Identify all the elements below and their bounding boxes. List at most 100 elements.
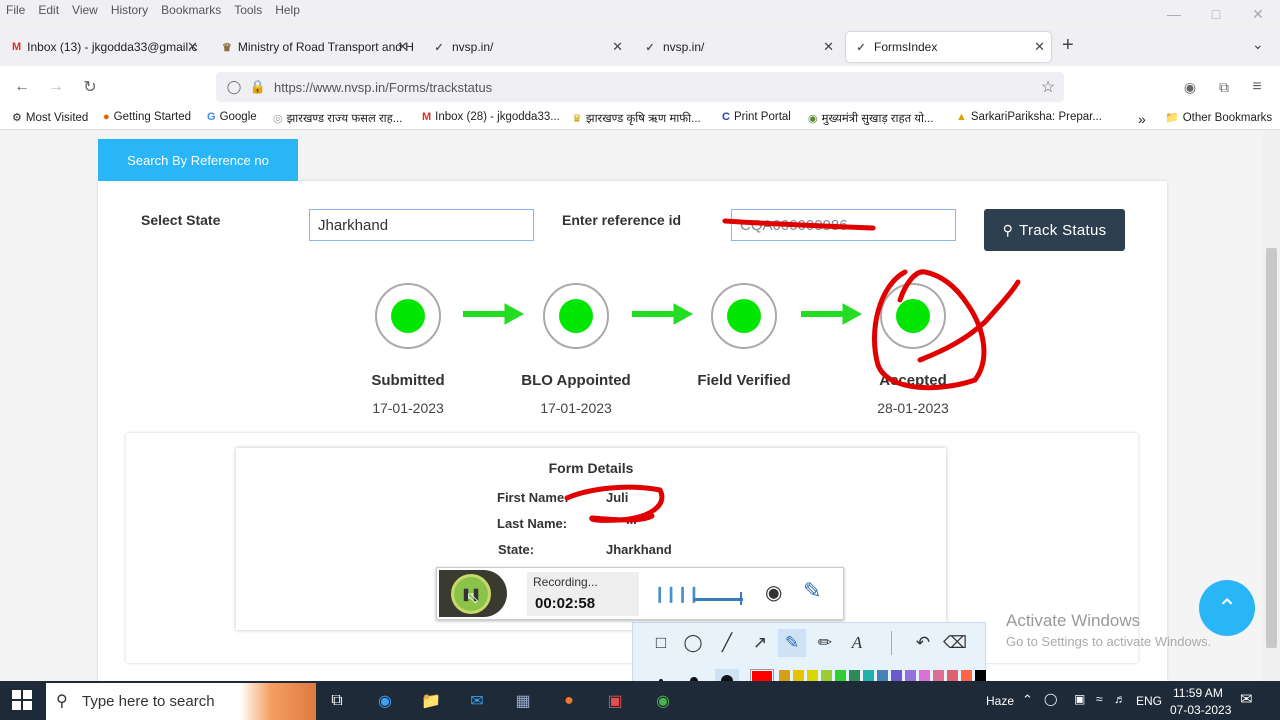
gear-icon: ⚙	[12, 112, 22, 124]
notification-icon[interactable]: ✉	[1240, 690, 1253, 708]
text-tool-icon[interactable]: A	[843, 629, 871, 657]
volume-slider-handle[interactable]	[740, 592, 742, 605]
bookmark-most-visited[interactable]: ⚙ Most Visited	[12, 111, 88, 125]
tray-app-icon[interactable]: ◯	[1044, 692, 1057, 706]
close-tab-icon[interactable]: ✕	[823, 39, 834, 55]
forward-icon[interactable]: →	[44, 75, 68, 99]
hamburger-menu-icon[interactable]: ≡	[1245, 75, 1269, 99]
color-swatch[interactable]	[863, 670, 874, 681]
close-tab-icon[interactable]: ✕	[612, 39, 623, 55]
close-tab-icon[interactable]: ✕	[397, 39, 408, 55]
pen-icon[interactable]: ✎	[803, 578, 821, 604]
arrow-tool-icon[interactable]: ↗	[746, 629, 774, 657]
bookmark-other[interactable]: 📁 Other Bookmarks	[1165, 111, 1272, 125]
bookmark-sarkaripariksha[interactable]: ▲ SarkariPariksha: Prepar...	[956, 111, 1102, 123]
lock-icon[interactable]: 🔒	[246, 75, 270, 99]
tray-app-icon[interactable]: ▣	[1074, 692, 1085, 706]
color-swatch[interactable]	[947, 670, 958, 681]
bookmark-fasal[interactable]: ◎ झारखण्ड राज्य फसल राह...	[273, 111, 402, 126]
language-indicator[interactable]: ENG	[1136, 694, 1162, 708]
color-swatch[interactable]	[975, 670, 986, 681]
restore-icon[interactable]: □	[1196, 0, 1236, 28]
state-input[interactable]: Jharkhand	[309, 209, 534, 241]
chevron-down-icon[interactable]: ⌄	[1252, 36, 1264, 53]
ellipse-tool-icon[interactable]: ◯	[679, 629, 707, 657]
pocket-icon[interactable]: ◉	[1178, 75, 1202, 99]
close-tab-icon[interactable]: ✕	[187, 39, 198, 55]
minimize-icon[interactable]: —	[1154, 0, 1194, 28]
color-swatch[interactable]	[807, 670, 818, 681]
pen-tool-icon[interactable]: ✎	[778, 629, 806, 657]
task-view-icon[interactable]: ⧉	[322, 687, 352, 715]
color-swatch[interactable]	[905, 670, 916, 681]
menu-file[interactable]: File	[6, 3, 25, 17]
chrome-icon[interactable]: ◉	[648, 687, 678, 715]
bookmark-inbox[interactable]: M Inbox (28) - jkgodda33...	[422, 111, 560, 123]
line-tool-icon[interactable]: ╱	[713, 629, 741, 657]
chevron-right-icon[interactable]: »	[1138, 111, 1146, 127]
tab-formsindex[interactable]: ✓ FormsIndex ✕	[846, 32, 1051, 62]
reference-id-input[interactable]: CQA000000086	[731, 209, 956, 241]
track-status-button[interactable]: ⚲ Track Status	[984, 209, 1125, 251]
menu-bookmarks[interactable]: Bookmarks	[161, 3, 221, 17]
speaker-icon[interactable]: ♬	[1114, 692, 1126, 706]
tab-gmail[interactable]: M Inbox (13) - jkgodda33@gmail.c ✕	[4, 32, 204, 62]
wifi-icon[interactable]: ≈	[1096, 692, 1103, 706]
color-swatch[interactable]	[933, 670, 944, 681]
highlighter-tool-icon[interactable]: ✏	[811, 629, 839, 657]
undo-icon[interactable]: ↶	[909, 629, 937, 657]
tab-nvsp-1[interactable]: ✓ nvsp.in/ ✕	[424, 32, 629, 62]
app-icon[interactable]: ▣	[600, 687, 630, 715]
color-swatch[interactable]	[835, 670, 846, 681]
menu-edit[interactable]: Edit	[38, 3, 59, 17]
menu-help[interactable]: Help	[275, 3, 300, 17]
star-icon[interactable]: ☆	[1036, 75, 1060, 99]
color-swatch[interactable]	[793, 670, 804, 681]
back-icon[interactable]: ←	[10, 75, 34, 99]
bookmark-label: Getting Started	[113, 111, 192, 123]
windows-start-icon[interactable]	[12, 690, 32, 710]
tab-morth[interactable]: ♛ Ministry of Road Transport and H ✕	[214, 32, 414, 62]
eraser-icon[interactable]: ⌫	[941, 629, 969, 657]
step-submitted-indicator	[375, 283, 441, 349]
color-swatch[interactable]	[877, 670, 888, 681]
file-explorer-icon[interactable]: 📁	[416, 687, 446, 715]
scroll-to-top-button[interactable]: ⌃	[1199, 580, 1255, 636]
shield-icon[interactable]: ◯	[222, 75, 246, 99]
new-tab-icon[interactable]: +	[1062, 34, 1074, 57]
extensions-icon[interactable]: ⧉	[1212, 75, 1236, 99]
search-by-reference-tab[interactable]: Search By Reference no	[98, 139, 298, 181]
bookmark-print-portal[interactable]: C Print Portal	[722, 111, 791, 123]
clock-time[interactable]: 11:59 AM	[1173, 686, 1223, 700]
chevron-up-tray-icon[interactable]: ⌃	[1022, 692, 1033, 708]
bookmark-getting-started[interactable]: ● Getting Started	[103, 111, 191, 123]
firefox-icon[interactable]: ●	[554, 687, 584, 715]
audio-level-icon[interactable]: ❙❙❙❙	[653, 584, 701, 604]
menu-view[interactable]: View	[72, 3, 98, 17]
clock-date[interactable]: 07-03-2023	[1170, 703, 1231, 717]
bookmark-sukhad[interactable]: ◉ मुख्यमंत्री सुखाड़ राहत यो...	[808, 111, 934, 126]
color-swatch[interactable]	[961, 670, 972, 681]
edge-icon[interactable]: ◉	[370, 687, 400, 715]
volume-slider[interactable]	[693, 598, 743, 601]
bookmark-rin-mafi[interactable]: ♛ झारखण्ड कृषि ऋण माफी...	[572, 111, 701, 126]
tab-nvsp-2[interactable]: ✓ nvsp.in/ ✕	[635, 32, 840, 62]
menu-tools[interactable]: Tools	[234, 3, 262, 17]
color-swatch[interactable]	[849, 670, 860, 681]
close-window-icon[interactable]: ✕	[1238, 0, 1278, 28]
menu-history[interactable]: History	[111, 3, 148, 17]
color-swatch[interactable]	[821, 670, 832, 681]
color-swatch[interactable]	[919, 670, 930, 681]
webcam-icon[interactable]: ◉	[765, 580, 782, 605]
close-tab-icon[interactable]: ✕	[1034, 39, 1045, 55]
url-bar[interactable]: https://www.nvsp.in/Forms/trackstatus	[216, 72, 1064, 102]
color-swatch[interactable]	[779, 670, 790, 681]
reload-icon[interactable]: ↻	[78, 75, 102, 99]
rectangle-tool-icon[interactable]: □	[647, 629, 675, 657]
color-swatch[interactable]	[891, 670, 902, 681]
scrollbar-thumb[interactable]	[1266, 248, 1277, 648]
mail-icon[interactable]: ✉	[462, 687, 492, 715]
store-icon[interactable]: ▦	[508, 687, 538, 715]
bookmark-google[interactable]: G Google	[207, 111, 257, 123]
weather-text[interactable]: Haze	[986, 694, 1014, 708]
